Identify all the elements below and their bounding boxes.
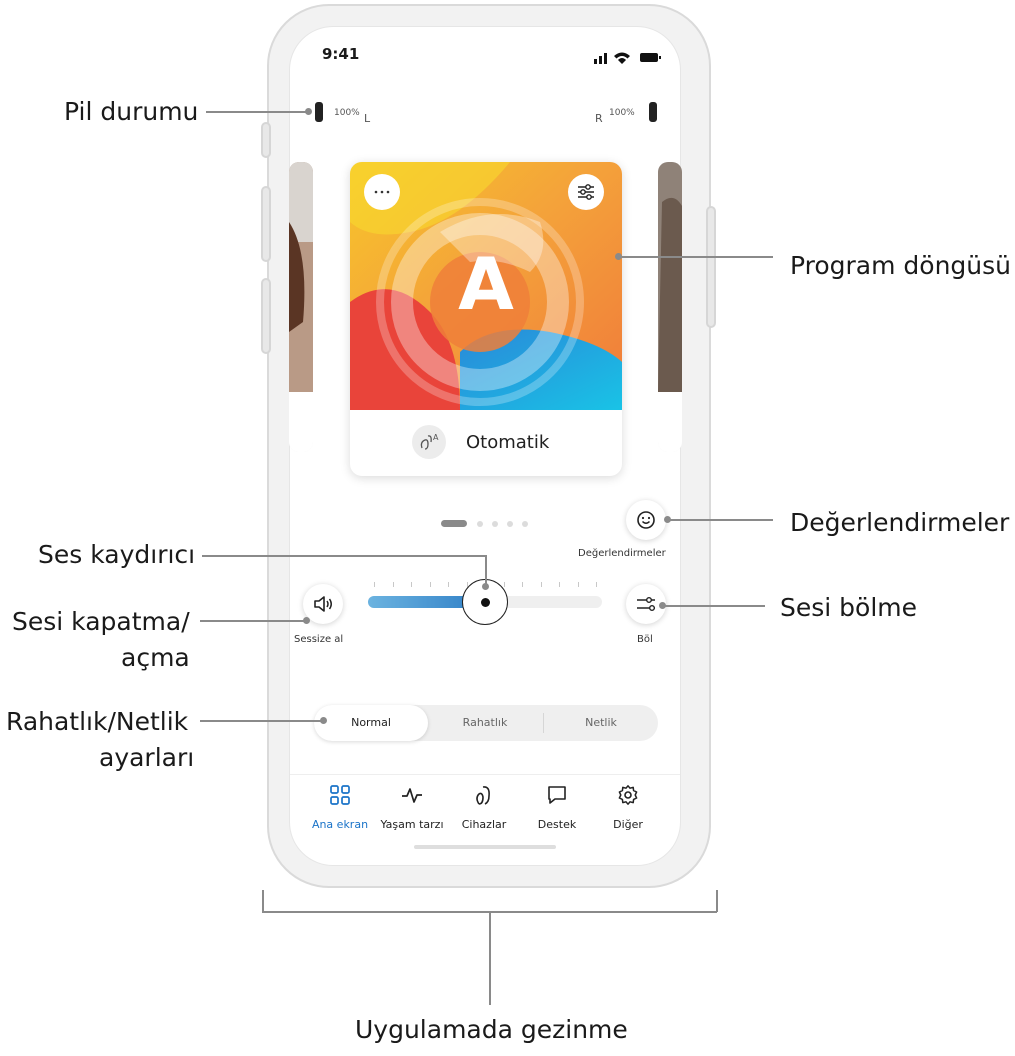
- bracket-left: [262, 890, 264, 912]
- ratings-caption: Değerlendirmeler: [578, 548, 666, 559]
- slider-tick: [504, 582, 505, 587]
- right-side-label: R: [595, 112, 603, 125]
- slider-tick: [541, 582, 542, 587]
- split-caption: Böl: [637, 634, 653, 645]
- activity-icon: [402, 788, 422, 803]
- smiley-icon: [637, 511, 655, 529]
- callout-comfort-2: ayarları: [99, 743, 195, 772]
- callout-line: [663, 605, 765, 607]
- previous-program-card[interactable]: [289, 162, 313, 452]
- callout-dot: [615, 253, 622, 260]
- auto-ear-icon: A: [420, 433, 439, 450]
- slider-tick: [596, 582, 597, 587]
- mute-caption: Sessize al: [294, 634, 344, 645]
- callout-volume-slider: Ses kaydırıcı: [38, 540, 196, 569]
- phone-side-button: [261, 278, 271, 354]
- nav-item-home[interactable]: Ana ekran: [303, 784, 377, 831]
- portrait-photo-icon: [289, 162, 313, 452]
- right-battery-value: 100%: [609, 108, 635, 118]
- callout-line: [200, 620, 306, 622]
- callout-ratings: Değerlendirmeler: [790, 508, 1010, 537]
- program-settings-button[interactable]: [568, 174, 604, 210]
- nav-label-more: Diğer: [613, 818, 643, 831]
- callout-comfort-1: Rahatlık/Netlik: [6, 707, 189, 736]
- nav-label-devices: Cihazlar: [461, 818, 507, 831]
- nav-divider: [290, 774, 680, 775]
- slider-tick: [430, 582, 431, 587]
- right-battery-icon: [649, 102, 657, 122]
- home-indicator: [414, 845, 556, 849]
- phone-side-button: [261, 122, 271, 158]
- gear-icon: [618, 785, 638, 805]
- ratings-button[interactable]: [626, 500, 666, 540]
- callout-mute-2: açma: [121, 643, 190, 672]
- callout-program-cycle: Program döngüsü: [790, 251, 1012, 280]
- slider-tick: [374, 582, 375, 587]
- bracket-right: [716, 890, 718, 912]
- program-name: Otomatik: [466, 432, 550, 453]
- mode-option-comfort[interactable]: Rahatlık: [428, 705, 542, 741]
- pager-dot[interactable]: [522, 521, 528, 527]
- phone-side-button: [261, 186, 271, 262]
- callout-line: [202, 555, 486, 557]
- mode-option-clarity[interactable]: Netlik: [544, 705, 658, 741]
- nav-item-devices[interactable]: Cihazlar: [447, 784, 521, 831]
- slider-tick: [559, 582, 560, 587]
- pager-dot[interactable]: [477, 521, 483, 527]
- slider-tick: [393, 582, 394, 587]
- callout-split: Sesi bölme: [780, 593, 918, 622]
- mode-option-normal[interactable]: Normal: [314, 705, 428, 741]
- phone-side-button: [706, 206, 716, 328]
- speaker-icon: [314, 596, 332, 612]
- nav-label-support: Destek: [537, 818, 577, 831]
- portrait-photo-icon: [658, 162, 682, 452]
- program-icon: A: [412, 425, 446, 459]
- slider-tick: [448, 582, 449, 587]
- svg-text:A: A: [433, 433, 439, 442]
- next-program-card[interactable]: [658, 162, 682, 452]
- callout-dot: [305, 108, 312, 115]
- grid-icon: [330, 785, 350, 805]
- nav-label-home: Ana ekran: [311, 818, 369, 831]
- thumb-dot: [480, 597, 490, 607]
- status-time: 9:41: [322, 45, 360, 63]
- hearing-aid-icon: [476, 786, 490, 805]
- left-battery-icon: [315, 102, 323, 122]
- slider-tick: [411, 582, 412, 587]
- callout-line: [206, 111, 309, 113]
- status-icons: [594, 49, 664, 68]
- nav-item-more[interactable]: Diğer: [591, 784, 665, 831]
- callout-dot: [659, 602, 666, 609]
- more-dots-icon: [374, 190, 390, 194]
- chat-icon: [548, 786, 566, 804]
- signal-wifi-battery-icon: [594, 52, 661, 64]
- callout-dot: [482, 583, 489, 590]
- program-letter: A: [458, 242, 514, 326]
- bracket-stem: [489, 911, 491, 1005]
- callout-dot: [664, 516, 671, 523]
- left-battery-value: 100%: [334, 108, 360, 118]
- callout-navigation: Uygulamada gezinme: [355, 1015, 628, 1044]
- slider-tick: [578, 582, 579, 587]
- left-side-label: L: [364, 112, 371, 125]
- slider-tick: [522, 582, 523, 587]
- comfort-clarity-selector: Normal Rahatlık Netlik: [314, 705, 658, 741]
- callout-line: [619, 256, 773, 258]
- program-card[interactable]: A A Otomatik: [350, 162, 622, 476]
- sliders-icon: [578, 184, 594, 200]
- nav-item-lifestyle[interactable]: Yaşam tarzı: [375, 784, 449, 831]
- callout-dot: [320, 717, 327, 724]
- pager-dot-active[interactable]: [441, 520, 467, 527]
- pager-dot[interactable]: [507, 521, 513, 527]
- callout-mute-1: Sesi kapatma/: [12, 607, 190, 636]
- program-more-button[interactable]: [364, 174, 400, 210]
- nav-label-lifestyle: Yaşam tarzı: [380, 818, 444, 831]
- nav-item-support[interactable]: Destek: [520, 784, 594, 831]
- callout-dot: [303, 617, 310, 624]
- callout-line: [200, 720, 324, 722]
- callout-line: [668, 519, 773, 521]
- split-sliders-icon: [637, 597, 655, 611]
- pager-dot[interactable]: [492, 521, 498, 527]
- callout-battery: Pil durumu: [64, 97, 199, 126]
